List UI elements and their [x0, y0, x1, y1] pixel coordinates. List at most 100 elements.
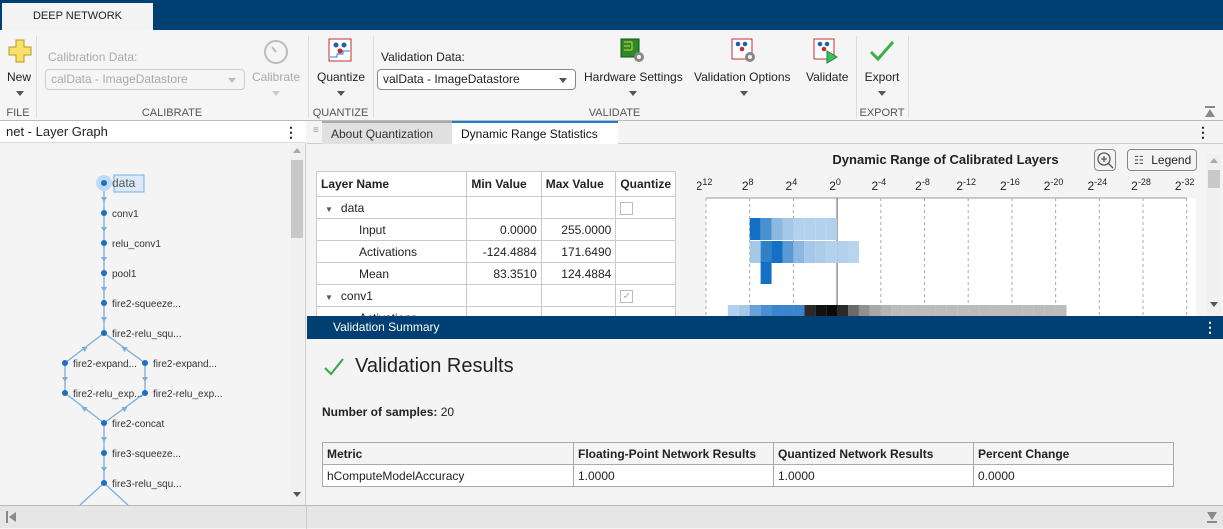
graph-node-label[interactable]: fire2-relu_exp... [73, 389, 142, 400]
table-row[interactable]: ▼ conv1 ✓ [315, 284, 676, 307]
more-options-icon[interactable]: ⋮ [1196, 125, 1210, 139]
drag-handle-icon[interactable]: ≡ [313, 125, 319, 136]
quantize-network-icon [328, 38, 352, 62]
graph-node[interactable] [142, 360, 148, 366]
table-row[interactable]: Activations [315, 306, 676, 316]
graph-node-label[interactable]: conv1 [112, 209, 139, 220]
more-options-icon[interactable]: ⋮ [284, 125, 298, 139]
expand-toggle-icon[interactable]: ▼ [325, 293, 333, 302]
graph-node[interactable] [101, 180, 107, 186]
status-bar [0, 505, 1223, 529]
range-bin [793, 305, 805, 316]
range-bin [837, 305, 849, 316]
chart-scrollbar[interactable] [1207, 154, 1221, 316]
chevron-down-icon [228, 78, 236, 83]
app-tab[interactable]: DEEP NETWORK QUANTIZER [2, 3, 153, 49]
checkmark-icon [324, 358, 344, 376]
col-quantized: Quantized Network Results [773, 442, 974, 465]
graph-node-label[interactable]: fire2-relu_exp... [153, 389, 222, 400]
collapse-left-icon[interactable] [6, 511, 16, 523]
graph-node-label[interactable]: fire3-relu_squ... [112, 479, 181, 490]
arrow-icon [101, 437, 107, 442]
export-button[interactable]: Export [862, 70, 902, 84]
validation-options-button[interactable]: Validation Options [694, 70, 791, 84]
graph-node-label[interactable]: fire2-squeeze... [112, 299, 181, 310]
range-bin [738, 305, 750, 316]
scroll-up-icon[interactable] [293, 148, 301, 153]
scroll-down-icon[interactable] [1210, 302, 1218, 307]
col-layer-name[interactable]: Layer Name [315, 171, 468, 197]
quantize-button[interactable]: Quantize [312, 70, 370, 84]
graph-node-label[interactable]: fire2-concat [112, 419, 164, 430]
graph-node-label[interactable]: fire2-expand... [73, 359, 137, 370]
more-options-icon[interactable]: ⋮ [1203, 320, 1217, 334]
plus-icon[interactable] [8, 39, 32, 63]
graph-scrollbar[interactable] [290, 144, 304, 505]
graph-node-label[interactable]: fire3-squeeze... [112, 449, 181, 460]
cell-layer-name: Activations [315, 306, 468, 316]
collapse-toolstrip-icon[interactable] [1204, 106, 1216, 118]
validation-data-dropdown[interactable]: valData - ImageDatastore [377, 69, 576, 90]
scrollbar-thumb[interactable] [291, 160, 303, 238]
scrollbar-thumb[interactable] [1208, 170, 1220, 188]
col-max-value[interactable]: Max Value [540, 171, 617, 197]
graph-node[interactable] [101, 210, 107, 216]
graph-node-label[interactable]: fire2-expand... [153, 359, 217, 370]
calibration-data-dropdown[interactable]: calData - ImageDatastore [45, 69, 245, 90]
table-row[interactable]: ▼ data [315, 196, 676, 219]
graph-node[interactable] [101, 240, 107, 246]
graph-node[interactable] [62, 360, 68, 366]
table-row[interactable]: Activations -124.4884 171.6490 [315, 240, 676, 263]
tick-label: 28 [742, 177, 754, 193]
graph-node[interactable] [101, 480, 107, 486]
range-bin [815, 218, 827, 240]
layer-graph[interactable]: data conv1 relu_conv1 pool1 fire2-squeeze...… [0, 143, 290, 505]
chevron-down-icon[interactable] [16, 91, 24, 96]
col-percent-change: Percent Change [973, 442, 1174, 465]
chevron-down-icon[interactable] [740, 91, 748, 96]
graph-node-label[interactable]: data [112, 176, 136, 190]
tab-about-quantization[interactable]: About Quantization [322, 121, 452, 144]
chevron-down-icon[interactable] [337, 91, 345, 96]
range-bin [1044, 305, 1056, 316]
zoom-in-button[interactable] [1094, 149, 1116, 171]
col-quantize[interactable]: Quantize [615, 171, 676, 197]
hardware-settings-button[interactable]: Hardware Settings [584, 70, 683, 84]
cell-min-value: 0.0000 [466, 218, 542, 241]
tick-exponent: 0 [836, 177, 841, 187]
chevron-down-icon[interactable] [878, 91, 886, 96]
dynamic-range-heatmap[interactable]: 212 28 24 20 2-4 2-8 2-12 2-16 2-20 2-24 2-28 2-32 [697, 174, 1207, 316]
graph-node[interactable] [101, 330, 107, 336]
graph-node[interactable] [101, 300, 107, 306]
tab-dynamic-range-statistics[interactable]: Dynamic Range Statistics [452, 121, 618, 144]
graph-node[interactable] [142, 390, 148, 396]
graph-node[interactable] [62, 390, 68, 396]
quantize-checkbox[interactable] [620, 201, 634, 215]
graph-node-label[interactable]: fire2-relu_squ... [112, 329, 181, 340]
chevron-down-icon [272, 91, 280, 96]
scroll-down-icon[interactable] [293, 492, 301, 497]
range-bin [913, 305, 925, 316]
graph-node[interactable] [101, 420, 107, 426]
graph-node[interactable] [101, 450, 107, 456]
collapse-bottom-icon[interactable] [1206, 511, 1218, 523]
cell-min-value [466, 196, 542, 219]
expand-toggle-icon[interactable]: ▼ [325, 205, 333, 214]
graph-node-label[interactable]: pool1 [112, 269, 137, 280]
new-button[interactable]: New [4, 70, 34, 84]
validation-options-icon [731, 38, 755, 62]
chevron-down-icon[interactable] [629, 91, 637, 96]
range-bin [1055, 305, 1067, 316]
legend-button[interactable]: ☷ Legend [1127, 149, 1197, 171]
cell-layer-name: Activations [315, 240, 468, 263]
quantize-checkbox[interactable]: ✓ [620, 289, 634, 303]
graph-node[interactable] [101, 270, 107, 276]
table-row[interactable]: Input 0.0000 255.0000 [315, 218, 676, 241]
graph-node-label[interactable]: relu_conv1 [112, 239, 161, 250]
scroll-up-icon[interactable] [1210, 158, 1218, 163]
calibrate-button[interactable]: Calibrate [251, 70, 301, 84]
tick-exponent: 8 [749, 177, 754, 187]
validate-button[interactable]: Validate [806, 70, 848, 84]
col-min-value[interactable]: Min Value [466, 171, 542, 197]
table-row[interactable]: Mean 83.3510 124.4884 [315, 262, 676, 285]
